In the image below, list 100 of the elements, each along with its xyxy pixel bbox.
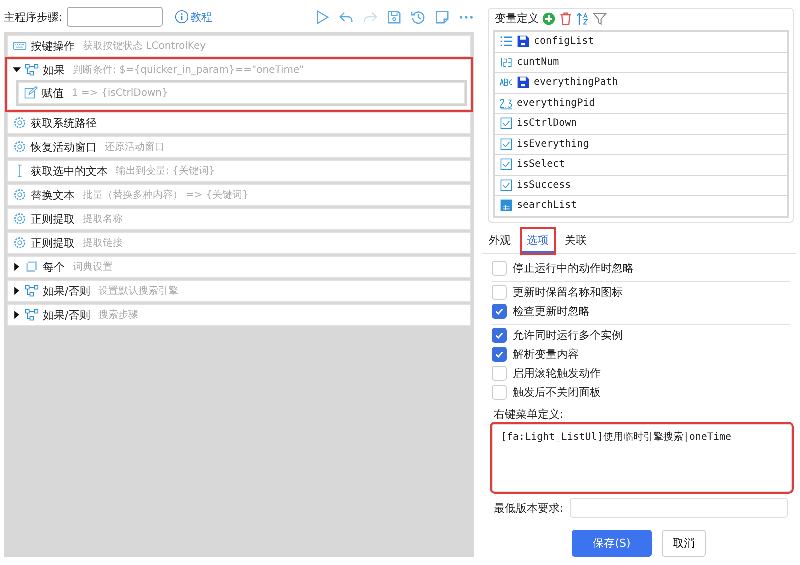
checkbox[interactable] (492, 328, 507, 342)
variable-name: isCtrlDown (517, 118, 578, 130)
step-card[interactable]: 如果 判断条件: $={quicker_in_param}=="oneTime" 赋值 1 => {isCtrlDown} (7, 59, 471, 110)
edit-icon (24, 86, 38, 100)
step-card[interactable]: 恢复活动窗口 还原活动窗口 (7, 136, 471, 158)
min-version-label: 最低版本要求: (494, 500, 564, 516)
name-input-field[interactable] (66, 7, 163, 27)
step-detail: 获取按键状态 LControlKey (83, 40, 206, 53)
step-card[interactable]: 按键操作 获取按键状态 LControlKey (7, 35, 471, 57)
step-title: 获取选中的文本 (31, 164, 108, 178)
save-icon[interactable] (387, 10, 402, 24)
step-card[interactable]: 获取系统路径 (7, 112, 471, 134)
branch-icon (25, 308, 39, 322)
tutorial-link[interactable]: 教程 (174, 10, 213, 24)
delete-icon[interactable] (559, 12, 573, 26)
add-icon[interactable] (542, 12, 556, 26)
step-title: 如果/否则 (43, 308, 91, 322)
variable-row[interactable]: searchList (495, 196, 787, 216)
step-card[interactable]: 赋值 1 => {isCtrlDown} (18, 82, 465, 104)
step-detail: 提取名称 (83, 213, 123, 226)
gear-icon (13, 116, 27, 130)
step-title: 赋值 (42, 86, 64, 100)
integer-type-icon (500, 56, 513, 69)
checkbox[interactable] (492, 384, 507, 400)
variable-row[interactable]: cuntNum (495, 52, 787, 72)
checkbox[interactable] (492, 366, 507, 380)
expand-triangle-icon[interactable] (13, 263, 21, 271)
gear-icon (13, 236, 27, 250)
variable-row[interactable]: everythingPid (495, 94, 787, 113)
step-detail: 设置默认搜索引擎 (98, 284, 179, 298)
sort-icon[interactable] (576, 12, 590, 26)
branch-icon (25, 284, 39, 298)
context-menu-label: 右键菜单定义: (494, 406, 565, 422)
checkbox-type-icon (500, 138, 513, 151)
gear-icon (13, 188, 27, 202)
checkbox[interactable] (492, 284, 507, 300)
step-title: 恢复活动窗口 (31, 140, 97, 154)
variable-row[interactable]: isCtrlDown (495, 114, 787, 134)
step-title: 正则提取 (31, 212, 75, 226)
variable-name: everythingPath (534, 77, 618, 88)
step-title: 按键操作 (31, 38, 75, 54)
step-card[interactable]: 如果/否则 设置默认搜索引擎 (7, 280, 471, 302)
step-detail: 还原活动窗口 (105, 140, 165, 154)
step-card[interactable]: 如果/否则 搜索步骤 (7, 304, 471, 326)
option-label: 启用滚轮触发动作 (513, 366, 601, 380)
step-title: 如果/否则 (43, 284, 91, 298)
checkbox-type-icon (500, 158, 513, 172)
expand-triangle-icon[interactable] (13, 287, 21, 295)
checkbox[interactable] (492, 304, 507, 318)
list-icon (500, 35, 513, 48)
step-card[interactable]: 每个 词典设置 (7, 256, 471, 278)
filter-icon[interactable] (593, 12, 607, 26)
step-detail: 输出到变量: {关键词} (116, 164, 216, 178)
min-version-input-field[interactable] (570, 498, 788, 518)
step-card[interactable]: 正则提取 提取名称 (7, 208, 471, 230)
note-icon[interactable] (435, 10, 450, 24)
variable-row[interactable]: configList (495, 32, 787, 52)
step-detail: 判断条件: $={quicker_in_param}=="oneTime" (73, 64, 304, 77)
info-icon (174, 10, 189, 24)
variable-row[interactable]: isSelect (495, 155, 787, 174)
variable-name: everythingPid (517, 98, 596, 109)
option-label: 允许同时运行多个实例 (513, 328, 623, 342)
undo-icon[interactable] (339, 10, 354, 24)
expand-triangle-icon[interactable] (13, 311, 21, 319)
play-icon[interactable] (315, 10, 330, 24)
step-title: 每个 (43, 260, 65, 274)
keyboard-icon (13, 39, 27, 53)
context-menu-input-field[interactable]: [fa:Light_ListUl]使用临时引擎搜索|oneTime (492, 424, 792, 492)
save-button[interactable]: 保存(S) (572, 530, 652, 557)
step-detail: 搜索步骤 (98, 308, 139, 322)
tab[interactable]: 选项 (522, 228, 554, 252)
option-label: 检查更新时忽略 (513, 304, 590, 318)
tab[interactable]: 外观 (484, 228, 516, 252)
loop-icon (25, 260, 39, 274)
step-card[interactable]: 替换文本 批量（替换多种内容） => {关键词} (7, 184, 471, 206)
variable-row[interactable]: everythingPath (495, 73, 787, 92)
step-title: 替换文本 (31, 188, 75, 202)
decimal-type-icon (500, 96, 513, 110)
step-title: 获取系统路径 (31, 116, 97, 130)
variable-row[interactable]: isEverything (495, 134, 787, 154)
variables-title: 变量定义 (495, 11, 539, 26)
checkbox[interactable] (492, 260, 507, 276)
redo-icon[interactable] (363, 10, 378, 24)
tab[interactable]: 关联 (560, 228, 592, 252)
step-card[interactable]: 获取选中的文本 输出到变量: {关键词} (7, 160, 471, 182)
checkbox[interactable] (492, 346, 507, 362)
step-title: 如果 (43, 62, 65, 78)
step-detail: 批量（替换多种内容） => {关键词} (83, 188, 249, 202)
history-icon[interactable] (411, 10, 426, 24)
gear-icon (13, 212, 27, 226)
step-card[interactable]: 正则提取 提取链接 (7, 232, 471, 254)
variable-name: isSelect (517, 159, 566, 170)
cancel-button[interactable]: 取消 (662, 530, 706, 557)
option-label: 解析变量内容 (513, 346, 579, 362)
option-label: 更新时保留名称和图标 (513, 284, 623, 300)
variable-name: cuntNum (517, 56, 560, 68)
collapse-triangle-icon[interactable] (13, 66, 21, 74)
variable-name: isEverything (517, 138, 590, 150)
step-detail: 词典设置 (73, 260, 113, 274)
variable-row[interactable]: isSuccess (495, 176, 787, 195)
